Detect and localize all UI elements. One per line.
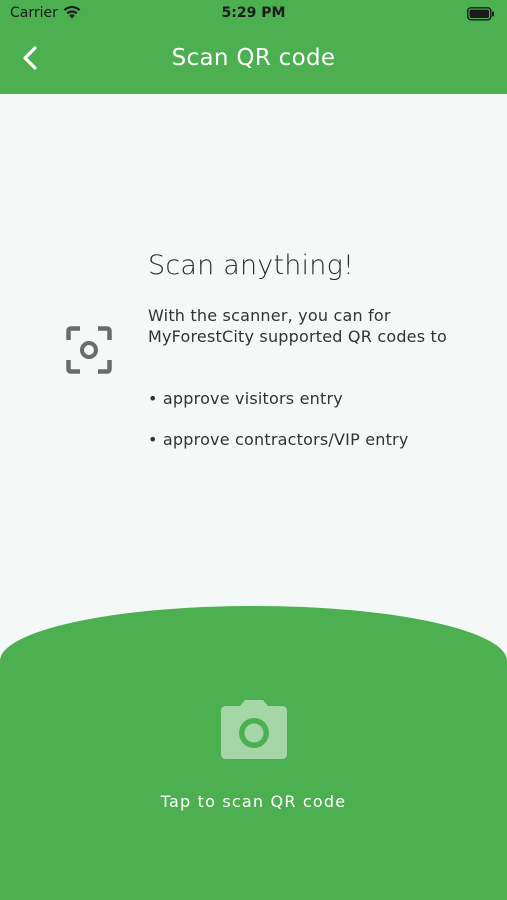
page-title: Scan QR code bbox=[171, 45, 336, 71]
bullet-visitors: • approve visitors entry bbox=[148, 389, 343, 408]
camera-button[interactable] bbox=[218, 698, 290, 762]
status-time: 5:29 PM bbox=[221, 5, 286, 21]
description: With the scanner, you can for MyForestCi… bbox=[148, 306, 448, 346]
status-bar: Carrier 5:29 PM bbox=[0, 0, 507, 28]
battery-icon bbox=[467, 6, 495, 25]
scan-focus-icon bbox=[66, 326, 112, 378]
tap-to-scan-label[interactable]: Tap to scan QR code bbox=[0, 792, 507, 811]
headline: Scan anything! bbox=[148, 250, 354, 281]
camera-icon bbox=[218, 700, 290, 766]
bullet-contractors: • approve contractors/VIP entry bbox=[148, 430, 409, 449]
header-bar: Scan QR code bbox=[0, 28, 507, 94]
